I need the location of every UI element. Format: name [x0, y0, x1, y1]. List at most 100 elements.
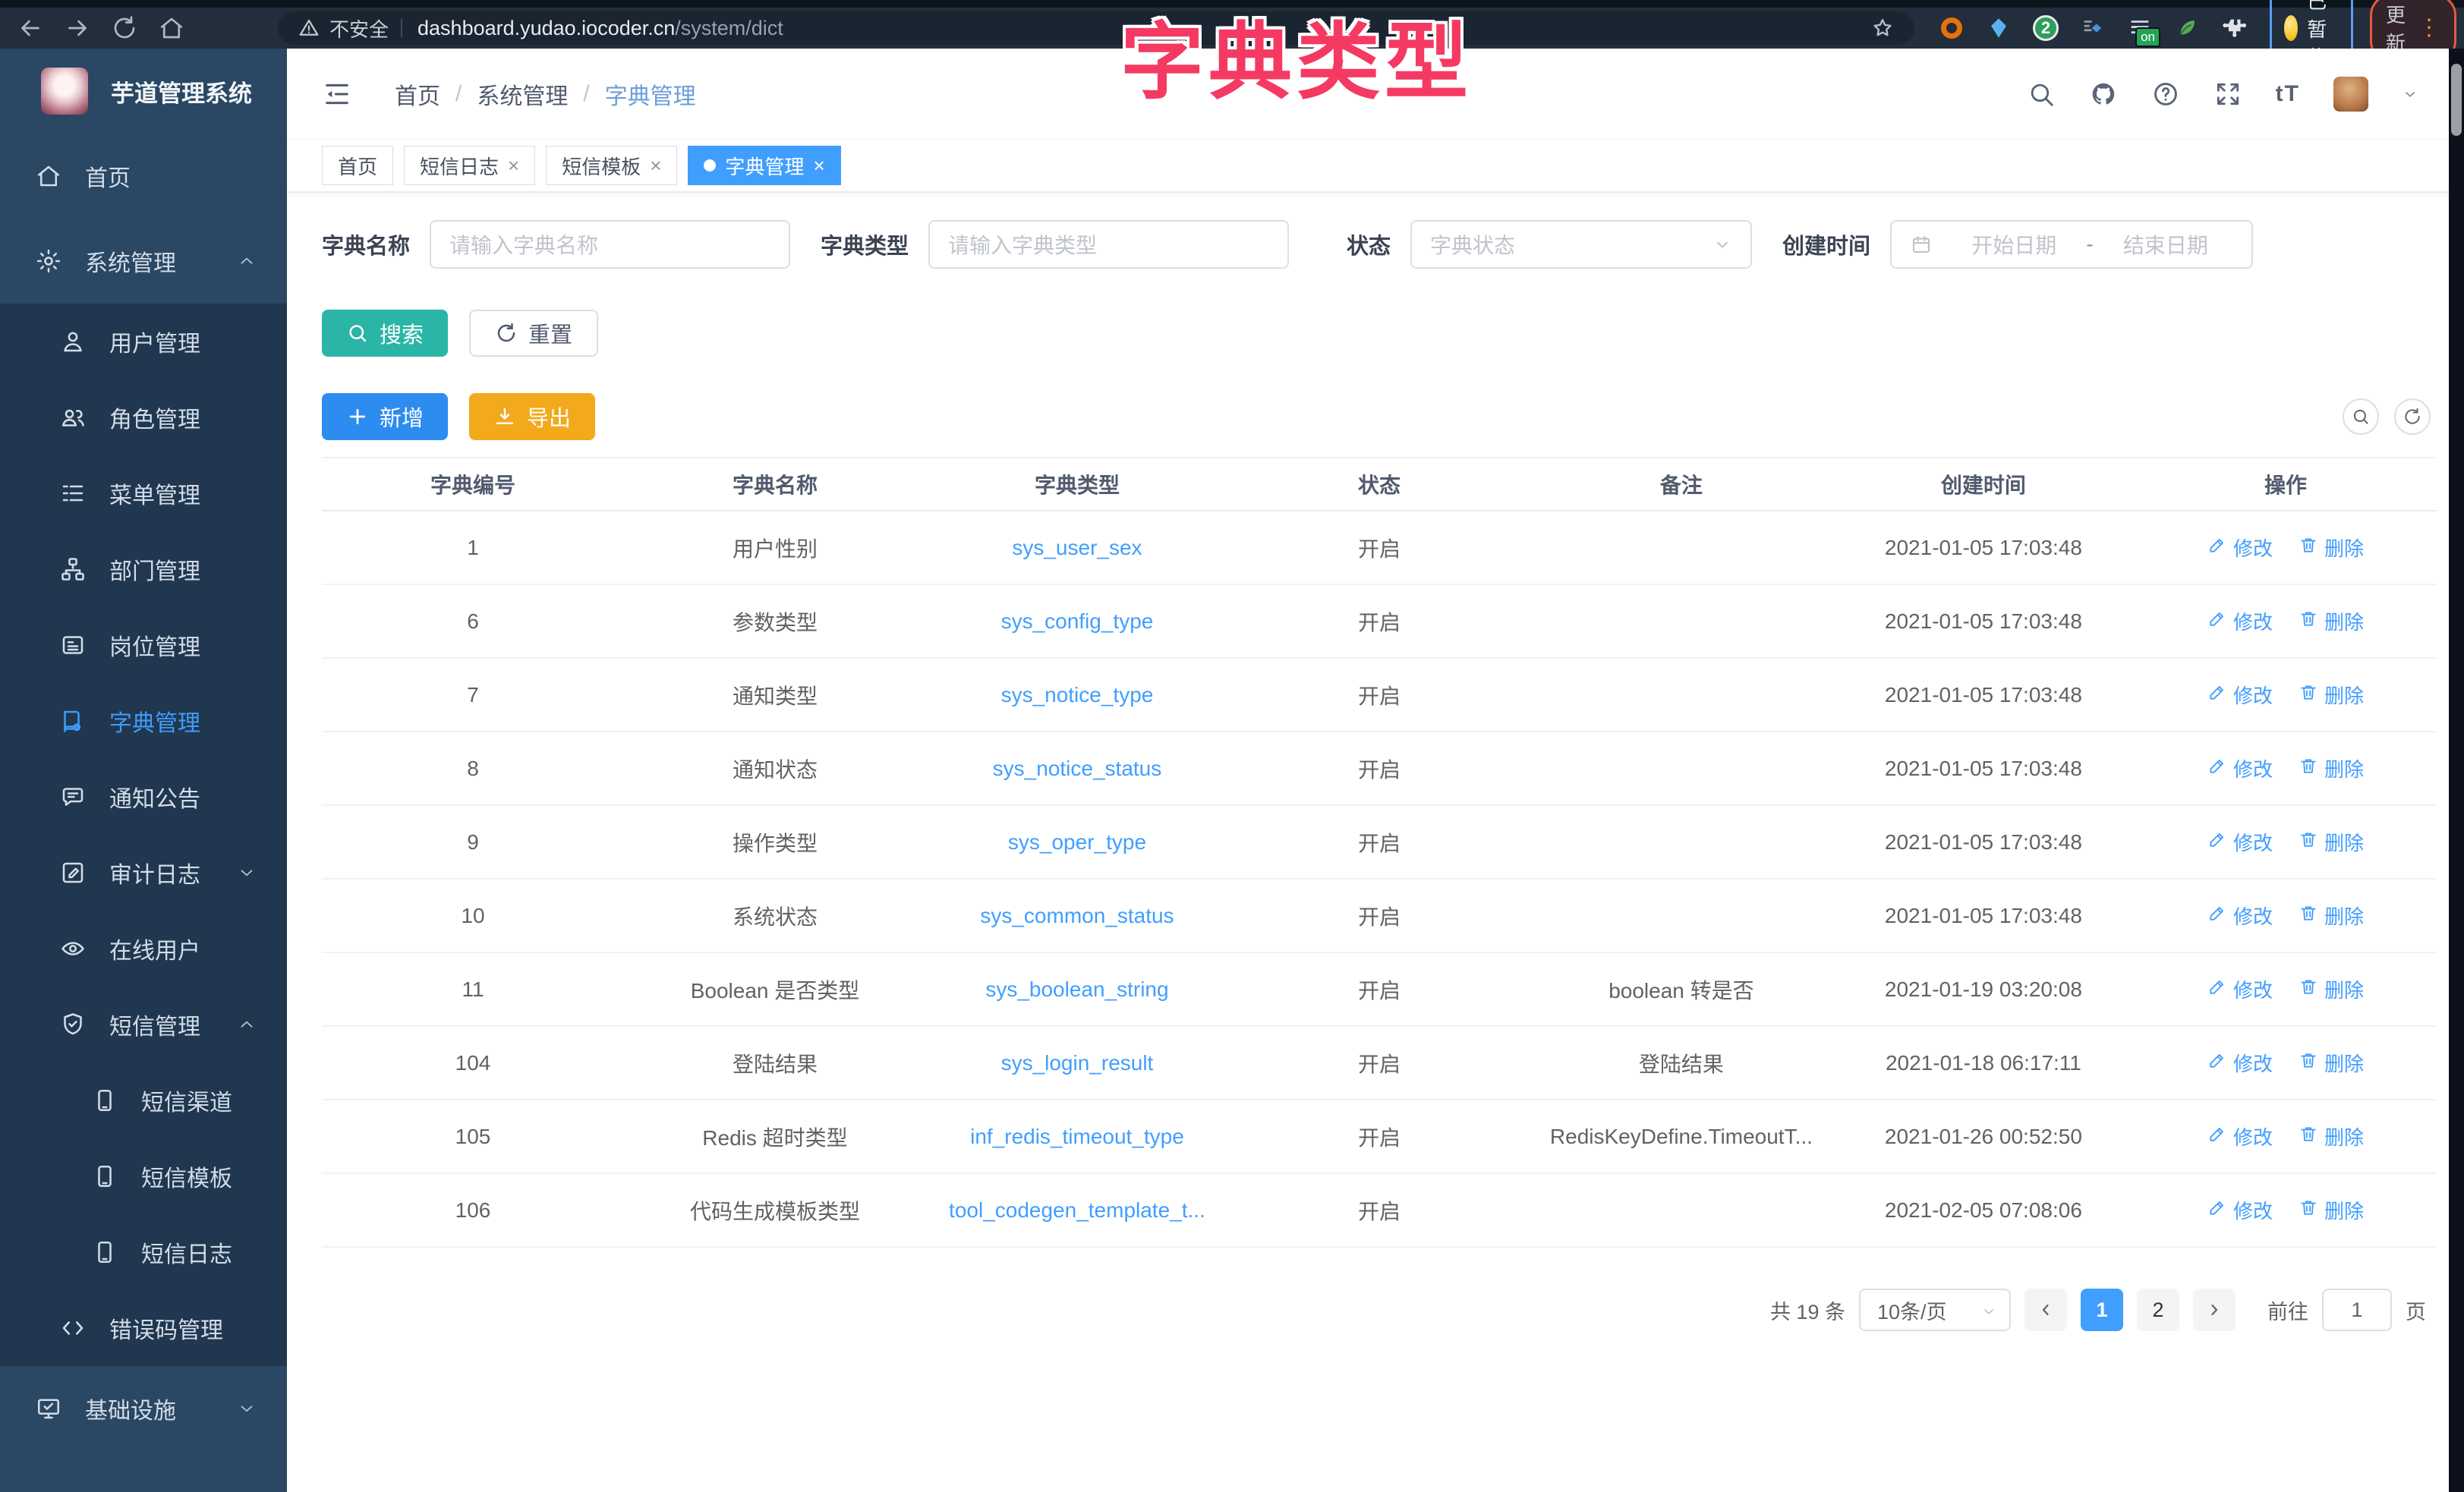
sidebar-item-2[interactable]: 用户管理: [0, 304, 287, 379]
user-avatar[interactable]: [2333, 77, 2368, 112]
status-select[interactable]: 字典状态: [1410, 220, 1752, 269]
bookmark-star-icon[interactable]: [1870, 16, 1895, 40]
url-path[interactable]: /system/dict: [675, 17, 783, 40]
export-button[interactable]: 导出: [469, 393, 595, 440]
font-size-icon[interactable]: tT: [2276, 81, 2300, 107]
sidebar-item-12[interactable]: 短信渠道: [0, 1062, 287, 1138]
sidebar-item-13[interactable]: 短信模板: [0, 1138, 287, 1214]
page-number-2[interactable]: 2: [2137, 1289, 2179, 1331]
back-icon[interactable]: [17, 14, 44, 42]
delete-link[interactable]: 删除: [2299, 1196, 2364, 1224]
close-icon[interactable]: ×: [508, 156, 519, 175]
tab-2[interactable]: 短信模板×: [546, 146, 677, 185]
delete-link[interactable]: 删除: [2299, 1049, 2364, 1077]
scrollbar-track[interactable]: [2449, 49, 2464, 1492]
sidebar-item-1[interactable]: 系统管理: [0, 219, 287, 304]
forward-icon[interactable]: [64, 14, 91, 42]
cell-type-link[interactable]: sys_common_status: [926, 879, 1228, 952]
delete-link[interactable]: 删除: [2299, 754, 2364, 782]
sidebar-item-8[interactable]: 通知公告: [0, 759, 287, 835]
add-button[interactable]: 新增: [322, 393, 448, 440]
edit-link[interactable]: 修改: [2207, 828, 2273, 856]
sidebar-item-16[interactable]: 基础设施: [0, 1366, 287, 1451]
delete-link[interactable]: 删除: [2299, 902, 2364, 930]
tab-0[interactable]: 首页: [322, 146, 393, 185]
sidebar-item-9[interactable]: 审计日志: [0, 835, 287, 911]
prev-page-button[interactable]: [2024, 1289, 2067, 1331]
edit-link[interactable]: 修改: [2207, 534, 2273, 562]
sidebar-item-11[interactable]: 短信管理: [0, 987, 287, 1062]
edit-link[interactable]: 修改: [2207, 607, 2273, 635]
goto-page-input[interactable]: 1: [2322, 1289, 2392, 1331]
extension-gem-icon[interactable]: [1984, 14, 2013, 42]
delete-link[interactable]: 删除: [2299, 681, 2364, 709]
refresh-button[interactable]: [2394, 398, 2431, 435]
edit-link[interactable]: 修改: [2207, 681, 2273, 709]
sidebar-item-3[interactable]: 角色管理: [0, 379, 287, 455]
chevron-down-icon[interactable]: [2402, 86, 2418, 102]
extension-diamond-icon[interactable]: [2078, 14, 2107, 42]
edit-link[interactable]: 修改: [2207, 902, 2273, 930]
chrome-menu-icon[interactable]: ⋮: [2418, 17, 2440, 39]
tab-1[interactable]: 短信日志×: [404, 146, 535, 185]
tab-3[interactable]: 字典管理×: [688, 146, 840, 185]
edit-link[interactable]: 修改: [2207, 1122, 2273, 1150]
delete-link[interactable]: 删除: [2299, 1122, 2364, 1150]
breadcrumb-home[interactable]: 首页: [395, 77, 440, 111]
next-page-button[interactable]: [2193, 1289, 2236, 1331]
delete-link[interactable]: 删除: [2299, 534, 2364, 562]
page-size-select[interactable]: 10条/页: [1859, 1289, 2011, 1331]
sidebar-item-14[interactable]: 短信日志: [0, 1214, 287, 1290]
sidebar-item-10[interactable]: 在线用户: [0, 911, 287, 987]
sidebar-item-7[interactable]: 字典管理: [0, 683, 287, 759]
reload-icon[interactable]: [111, 14, 138, 42]
cell-type-link[interactable]: sys_notice_type: [926, 658, 1228, 732]
date-range-picker[interactable]: 开始日期 - 结束日期: [1890, 220, 2253, 269]
dict-type-input[interactable]: 请输入字典类型: [928, 220, 1289, 269]
sidebar-item-15[interactable]: 错误码管理: [0, 1290, 287, 1366]
delete-link[interactable]: 删除: [2299, 828, 2364, 856]
search-button[interactable]: 搜索: [322, 310, 448, 357]
end-date[interactable]: 结束日期: [2098, 229, 2233, 260]
cell-type-link[interactable]: sys_user_sex: [926, 511, 1228, 584]
extension-leaf-icon[interactable]: [2173, 14, 2201, 42]
delete-link[interactable]: 删除: [2299, 607, 2364, 635]
app-logo[interactable]: 芋道管理系统: [0, 49, 287, 134]
sidebar-item-4[interactable]: 菜单管理: [0, 455, 287, 531]
extension-list-icon[interactable]: on: [2125, 14, 2154, 42]
close-icon[interactable]: ×: [650, 156, 661, 175]
cell-type-link[interactable]: sys_notice_status: [926, 732, 1228, 805]
url-domain[interactable]: dashboard.yudao.iocoder.cn: [417, 17, 675, 40]
github-icon[interactable]: [2089, 80, 2118, 109]
extensions-puzzle-icon[interactable]: [2220, 14, 2248, 42]
extension-ring-icon[interactable]: [1937, 14, 1966, 42]
security-label[interactable]: 不安全: [329, 14, 389, 42]
reset-button[interactable]: 重置: [469, 310, 598, 357]
close-icon[interactable]: ×: [813, 156, 824, 175]
home-nav-icon[interactable]: [158, 14, 185, 42]
cell-type-link[interactable]: tool_codegen_template_t...: [926, 1173, 1228, 1247]
sidebar-item-5[interactable]: 部门管理: [0, 531, 287, 607]
edit-link[interactable]: 修改: [2207, 1049, 2273, 1077]
fullscreen-icon[interactable]: [2214, 80, 2242, 109]
cell-type-link[interactable]: sys_login_result: [926, 1026, 1228, 1100]
sidebar-item-6[interactable]: 岗位管理: [0, 607, 287, 683]
search-icon[interactable]: [2027, 80, 2056, 109]
cell-type-link[interactable]: sys_config_type: [926, 584, 1228, 658]
delete-link[interactable]: 删除: [2299, 975, 2364, 1003]
cell-type-link[interactable]: inf_redis_timeout_type: [926, 1100, 1228, 1173]
extension-avatar-badge[interactable]: 2: [2031, 14, 2060, 42]
help-icon[interactable]: [2151, 80, 2180, 109]
edit-link[interactable]: 修改: [2207, 754, 2273, 782]
breadcrumb-system[interactable]: 系统管理: [477, 77, 568, 111]
cell-type-link[interactable]: sys_oper_type: [926, 805, 1228, 879]
dict-name-input[interactable]: 请输入字典名称: [430, 220, 790, 269]
scrollbar-thumb[interactable]: [2451, 64, 2462, 136]
page-number-1[interactable]: 1: [2081, 1289, 2123, 1331]
hide-search-button[interactable]: [2343, 398, 2379, 435]
sidebar-item-0[interactable]: 首页: [0, 134, 287, 219]
edit-link[interactable]: 修改: [2207, 975, 2273, 1003]
edit-link[interactable]: 修改: [2207, 1196, 2273, 1224]
cell-type-link[interactable]: sys_boolean_string: [926, 952, 1228, 1026]
collapse-sidebar-icon[interactable]: [322, 79, 352, 109]
